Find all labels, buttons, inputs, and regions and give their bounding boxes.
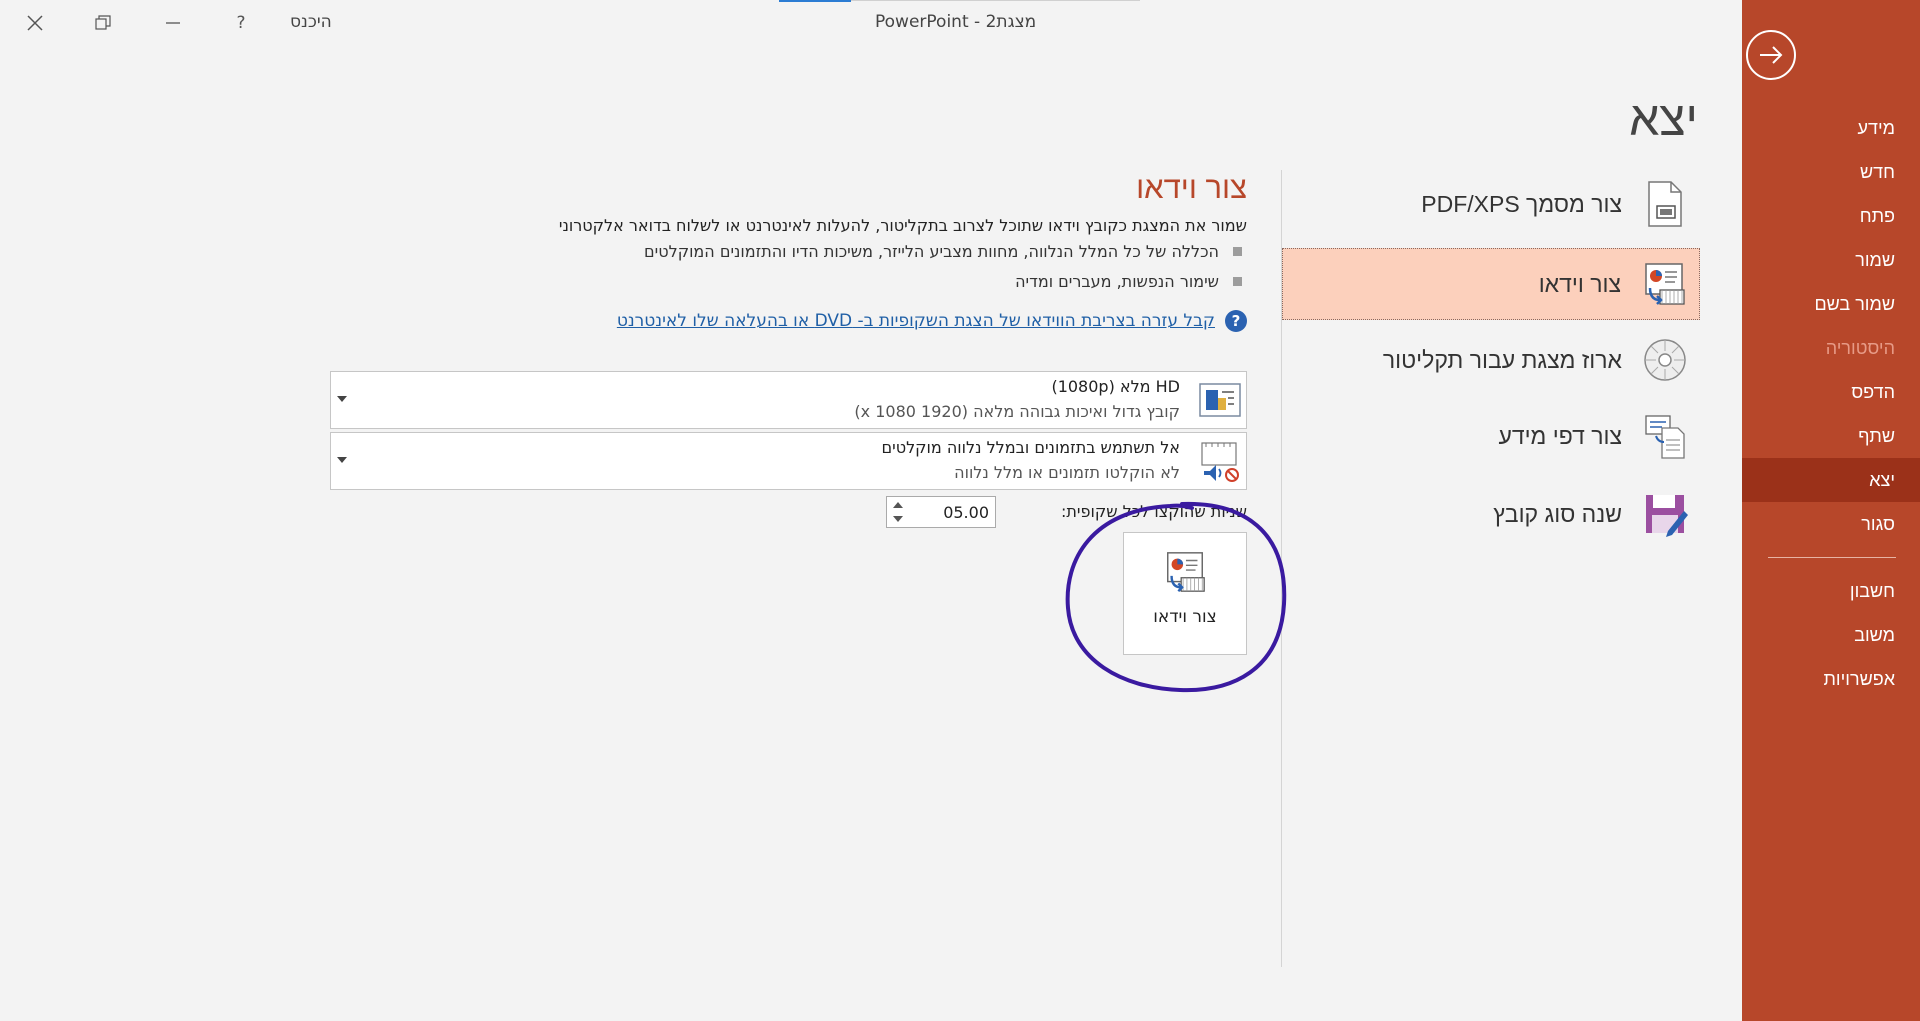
title-divider-line (851, 0, 1140, 1)
nav-item-info[interactable]: מידע (1742, 106, 1920, 150)
export-option-change-file-type[interactable]: שנה סוג קובץ (1282, 478, 1700, 550)
no-narration-icon (1201, 442, 1239, 482)
nav-item-feedback[interactable]: משוב (1742, 613, 1920, 657)
cd-icon (1638, 333, 1692, 387)
export-option-handouts[interactable]: צור דפי מידע (1282, 400, 1700, 472)
help-row: ? קבל עזרה בצריבת הווידאו של הצגת השקופי… (617, 310, 1247, 332)
seconds-per-slide-label: שניות שהוקצו לכל שקופית: (1061, 502, 1247, 521)
title-bar: ? היכנס מצגת2 - PowerPoint (0, 0, 1742, 46)
nav-item-save[interactable]: שמור (1742, 238, 1920, 282)
spin-down-icon[interactable] (893, 516, 903, 522)
export-option-cd[interactable]: ארוז מצגת עבור תקליטור (1282, 324, 1700, 396)
chevron-down-icon (337, 396, 347, 402)
nav-item-close[interactable]: סגור (1742, 502, 1920, 546)
sign-in-link[interactable]: היכנס (290, 12, 332, 32)
nav-divider (1768, 557, 1896, 558)
bullet-item: שימור הנפשות, מעברים ומדיה (1015, 272, 1247, 291)
handouts-icon (1638, 409, 1692, 463)
bullet-item: הכללה של כל המלל הנלווה, מחוות מצביע הלי… (644, 242, 1247, 261)
nav-item-history: היסטוריה (1825, 337, 1895, 358)
pdf-document-icon (1638, 177, 1692, 231)
save-floppy-icon (1638, 487, 1692, 541)
close-icon (27, 15, 43, 31)
nav-item-options[interactable]: אפשרויות (1742, 657, 1920, 701)
nav-item-open[interactable]: פתח (1742, 194, 1920, 238)
export-option-video-label: צור וידאו (1538, 270, 1621, 297)
export-option-video[interactable]: צור וידאו (1282, 248, 1700, 320)
seconds-per-slide-spinner[interactable]: 05.00 (886, 496, 996, 528)
create-video-button-label: צור וידאו (1153, 607, 1217, 627)
export-option-handouts-label: צור דפי מידע (1498, 422, 1622, 449)
video-quality-title: HD מלא (1080p) (1051, 377, 1180, 396)
create-video-icon (1167, 552, 1205, 593)
nav-item-print[interactable]: הדפס (1742, 370, 1920, 414)
restore-button[interactable] (78, 4, 128, 42)
seconds-per-slide-value: 05.00 (943, 503, 989, 522)
detail-heading: צור וידאו (1136, 170, 1247, 205)
video-quality-dropdown[interactable]: HD מלא (1080p) קובץ גדול ואיכות גבוהה מל… (330, 371, 1247, 429)
nav-item-save-as[interactable]: שמור בשם (1742, 282, 1920, 326)
back-button[interactable] (1746, 30, 1796, 80)
bullet-square-icon (1233, 277, 1242, 286)
nav-item-account[interactable]: חשבון (1742, 569, 1920, 613)
help-link[interactable]: קבל עזרה בצריבת הווידאו של הצגת השקופיות… (617, 311, 1215, 331)
chevron-down-icon (337, 457, 347, 463)
export-option-change-file-type-label: שנה סוג קובץ (1493, 500, 1622, 527)
page-title: יצא (1629, 93, 1698, 146)
arrow-right-icon (1760, 46, 1783, 64)
minimize-icon (166, 22, 180, 24)
video-quality-subtitle: קובץ גדול ואיכות גבוהה מלאה (1920 x 1080… (854, 402, 1180, 421)
nav-item-share[interactable]: שתף (1742, 414, 1920, 458)
bullet-text: הכללה של כל המלל הנלווה, מחוות מצביע הלי… (644, 242, 1219, 261)
help-button[interactable]: ? (216, 4, 266, 42)
create-video-button[interactable]: צור וידאו (1123, 532, 1247, 655)
title-accent-line (779, 0, 851, 2)
minimize-button[interactable] (148, 4, 198, 42)
help-circle-icon: ? (1225, 310, 1247, 332)
detail-description: שמור את המצגת כקובץ וידאו שתוכל לצרוב בת… (558, 216, 1247, 235)
spin-up-icon[interactable] (893, 502, 903, 508)
slide-quality-icon (1199, 383, 1241, 417)
backstage-nav: מידע חדש פתח שמור שמור בשם היסטוריה הדפס… (1742, 0, 1920, 1021)
nav-item-new[interactable]: חדש (1742, 150, 1920, 194)
export-option-pdf-label: צור מסמך PDF/XPS (1421, 190, 1622, 217)
create-video-icon (1637, 257, 1691, 311)
restore-icon (95, 15, 111, 30)
bullet-text: שימור הנפשות, מעברים ומדיה (1015, 272, 1219, 291)
export-option-pdf[interactable]: צור מסמך PDF/XPS (1282, 168, 1700, 240)
close-button[interactable] (10, 4, 60, 42)
timings-narration-dropdown[interactable]: אל תשתמש בתזמונים ובמלל נלווה מוקלטים לא… (330, 432, 1247, 490)
export-option-cd-label: ארוז מצגת עבור תקליטור (1382, 346, 1622, 373)
window-title: מצגת2 - PowerPoint (875, 12, 1037, 32)
nav-item-export[interactable]: יצא (1742, 458, 1920, 502)
timings-narration-title: אל תשתמש בתזמונים ובמלל נלווה מוקלטים (881, 438, 1181, 457)
timings-narration-subtitle: לא הוקלטו תזמונים או מלל נלווה (954, 463, 1180, 482)
bullet-square-icon (1233, 247, 1242, 256)
help-question-icon: ? (236, 13, 246, 33)
detail-pane: צור וידאו שמור את המצגת כקובץ וידאו שתוכ… (330, 160, 1247, 680)
